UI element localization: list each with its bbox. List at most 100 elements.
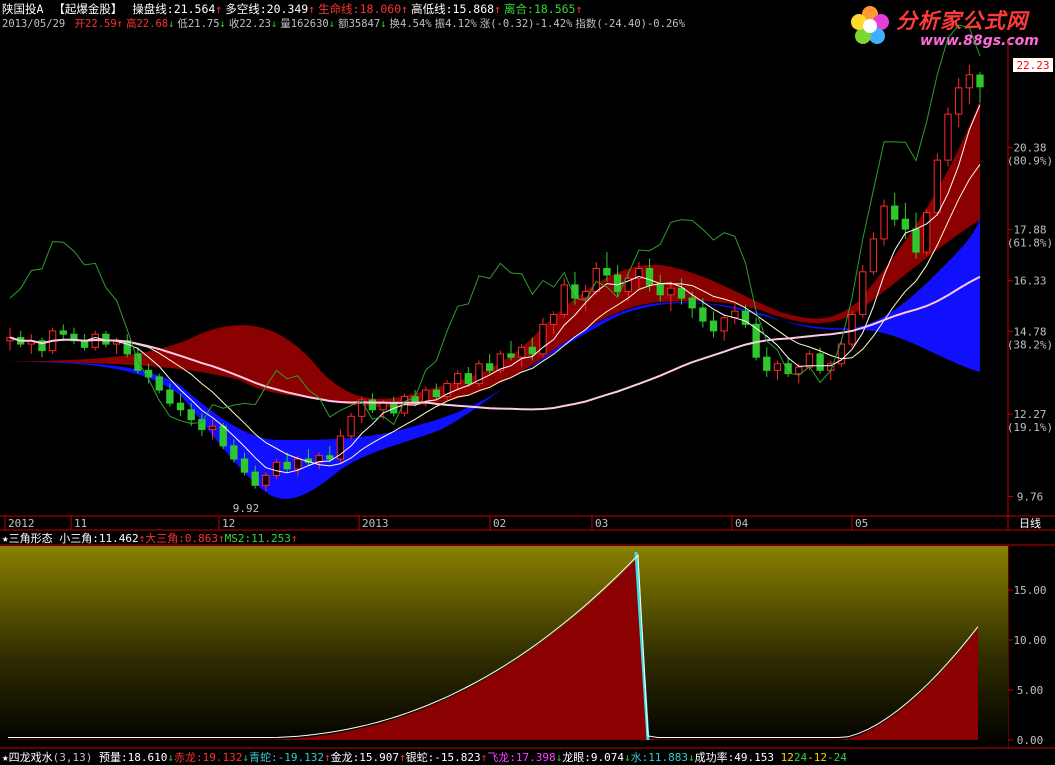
sub2-indicator-arrow-icon: ↑ [398,751,406,764]
candle-body [880,205,888,240]
price-axis-ticks: 20.38(80.9%) 17.88(61.8%) 16.33 14.78(38.2%… [1007,142,1053,504]
date-tick-label: 2012 [8,517,35,530]
candle-body [816,353,824,371]
candle-body [208,425,217,430]
sub1-header: ★三角形态 小三角:11.462↑大三角:0.863↑MS2:11.253↑ [2,532,298,545]
sub2-indicator-1: 赤龙:19.132↓ [174,751,249,764]
sub2-indicator-value: 9.074 [590,751,624,764]
candle-body [720,317,728,332]
candle-body [656,284,664,296]
candle-body [901,218,910,230]
price-tick-pct: (80.9%) [1007,155,1053,168]
candle-body [262,474,270,486]
candle-body [283,461,291,470]
price-tick-label: 20.38 [1013,142,1046,155]
candle-body [134,353,142,371]
sub2-indicator-value: -19.132 [277,751,324,764]
candle-body [688,297,696,309]
candle-body [592,268,600,292]
candle-body [560,284,568,315]
candle-body [859,271,867,315]
candle-body [709,320,718,332]
sub2-extra-value: 12 [780,751,794,764]
candle-body [869,238,878,273]
sub2-indicator-value: 19.132 [202,751,243,764]
sub2-indicator-value: 11.883 [648,751,688,764]
candle-body [923,212,931,253]
sub1-tick-label: 0.00 [1017,734,1044,747]
sub2-indicator-arrow-icon: ↓ [167,751,174,764]
date-tick-label: 2013 [362,517,389,530]
sub2-indicator-6: 龙眼:9.074↓ [562,751,630,764]
sub2-title[interactable]: ★四龙戏水 [2,751,53,764]
sub2-indicator-value: 49.153 [734,751,774,764]
candle-body [198,419,206,430]
candle-body [230,445,238,460]
candle-body [795,366,803,375]
candle-body [603,268,611,276]
candle-body [464,373,473,384]
sub2-indicator-arrow-icon: ↓ [242,751,249,764]
candle-body [155,376,163,391]
sub1-title[interactable]: ★三角形态 [2,532,53,545]
sub2-extra-value: -12 [807,751,827,764]
sub2-indicator-value: 17.398 [515,751,556,764]
candle-body [944,113,952,161]
candle-body [166,389,174,404]
candle-body [176,402,185,411]
sub2-indicator-value: 18.610 [127,751,168,764]
candle-body [368,399,377,411]
sub1-indicator-1: 大三角:0.863↑ [145,532,224,545]
price-tick-label: 12.27 [1013,408,1046,421]
period-label[interactable]: 日线 [1019,516,1041,530]
sub1-tick-label: 10.00 [1013,634,1046,647]
long-ma-line [9,275,981,411]
sub2-header: ★四龙戏水(3,13) 预量:18.610↓赤龙:19.132↓青蛇:-19.1… [2,751,847,764]
sub2-indicator-5: 飞龙:17.398↓ [487,751,562,764]
date-tick-label: 11 [74,517,87,530]
candle-body [432,389,441,398]
sub1-axis-ticks: 15.00 10.00 5.00 0.00 [1008,584,1047,747]
date-tick-label: 03 [595,517,608,530]
candle-body [645,268,654,286]
sub1-tick-label: 5.00 [1017,684,1044,697]
sub2-indicator-8: 成功率:49.153 [695,751,774,764]
candle-body [59,330,67,335]
candle-series [6,64,984,492]
sub2-indicator-label: 龙眼: [562,751,591,764]
candle-body [517,346,526,358]
ma10-line [9,164,981,467]
sub1-tick-label: 15.00 [1013,584,1046,597]
sub2-indicator-label: 赤龙: [174,751,203,764]
candle-body [240,458,249,473]
candle-body [763,356,771,371]
date-tick-label: 02 [493,517,506,530]
sub2-indicator-arrow-icon: ↓ [687,751,695,764]
low-price-label: 9.92 [233,502,260,515]
candle-body [912,228,920,253]
sub2-indicator-2: 青蛇:-19.132↑ [249,751,331,764]
sub2-indicator-label: 成功率: [694,751,735,764]
candle-body [326,455,334,460]
candle-body [773,363,782,371]
sub2-indicator-label: 预量: [99,751,128,764]
sub1-indicator-value: 11.462 [98,532,139,545]
sub2-indicator-label: 金龙: [330,751,360,764]
candle-body [219,425,227,447]
candle-body [667,287,675,296]
candle-body [528,346,536,355]
date-axis: 2012 11 12 2013 02 03 04 05 [4,516,868,530]
candle-body [965,74,974,89]
candle-body [251,471,259,486]
candle-body [347,415,355,437]
candle-body [891,205,899,220]
price-tick-pct: (38.2%) [1007,339,1053,352]
sub2-extra-value: 24 [793,751,808,764]
candle-body [933,159,942,214]
sub2-indicator-4: 银蛇:-15.823↑ [406,751,488,764]
sub2-extra-value: -24 [826,751,847,764]
price-tick-pct: (61.8%) [1007,237,1053,250]
candle-body [677,287,686,299]
sub2-indicator-label: 水: [630,751,649,764]
price-tick-label: 9.76 [1017,490,1044,503]
